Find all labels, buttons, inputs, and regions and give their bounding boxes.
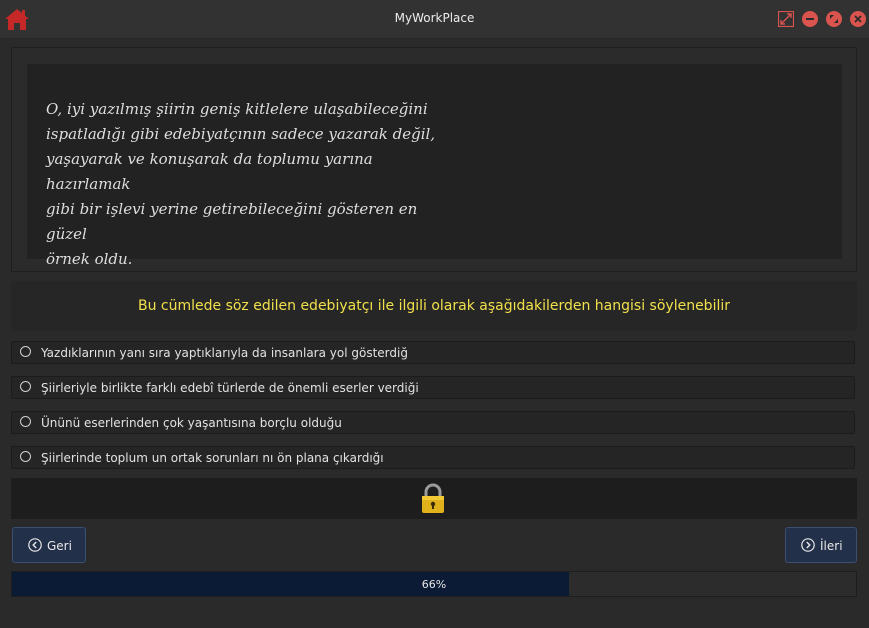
answer-option-c[interactable]: Ününü eserlerinden çok yaşantısına borçl…	[11, 411, 855, 434]
answer-label: Ününü eserlerinden çok yaşantısına borçl…	[41, 416, 342, 430]
maximize-button[interactable]	[826, 11, 842, 27]
next-button[interactable]: İleri	[785, 527, 857, 563]
passage-panel: O, iyi yazılmış şiirin geniş kitlelere u…	[11, 47, 857, 272]
radio-button[interactable]	[20, 416, 31, 427]
passage-line: yaşayarak ve konuşarak da toplumu yarına…	[46, 150, 373, 193]
passage-line: O, iyi yazılmış şiirin geniş kitlelere u…	[46, 100, 428, 118]
chevron-right-circle-icon	[801, 538, 815, 552]
fullscreen-icon[interactable]	[778, 11, 794, 27]
back-button[interactable]: Geri	[12, 527, 86, 563]
lock-icon[interactable]	[420, 483, 446, 514]
chevron-left-circle-icon	[28, 538, 42, 552]
radio-button[interactable]	[20, 381, 31, 392]
window-title: MyWorkPlace	[394, 11, 475, 25]
answer-label: Şiirlerinde toplum un ortak sorunları nı…	[41, 451, 384, 465]
radio-button[interactable]	[20, 346, 31, 357]
passage-line: ispatladığı gibi edebiyatçının sadece ya…	[46, 125, 436, 143]
lock-bar	[11, 478, 857, 519]
answer-option-d[interactable]: Şiirlerinde toplum un ortak sorunları nı…	[11, 446, 855, 469]
close-button[interactable]	[850, 11, 866, 27]
passage-text: O, iyi yazılmış şiirin geniş kitlelere u…	[46, 97, 456, 272]
title-bar: MyWorkPlace	[0, 0, 869, 39]
back-button-label: Geri	[47, 539, 72, 553]
next-button-label: İleri	[820, 539, 843, 553]
question-text: Bu cümlede söz edilen edebiyatçı ile ilg…	[137, 298, 730, 314]
close-icon	[850, 11, 866, 27]
passage-card: O, iyi yazılmış şiirin geniş kitlelere u…	[27, 64, 842, 268]
maximize-icon	[826, 11, 842, 27]
answer-label: Şiirleriyle birlikte farklı edebî türler…	[41, 381, 419, 395]
passage-line: gibi bir işlevi yerine getirebileceğini …	[46, 200, 418, 243]
progress-text: 66%	[421, 578, 447, 591]
progress-bar: 66%	[11, 571, 857, 597]
passage-line: örnek oldu.	[46, 250, 133, 268]
answer-option-b[interactable]: Şiirleriyle birlikte farklı edebî türler…	[11, 376, 855, 399]
minimize-button[interactable]	[802, 11, 818, 27]
minimize-icon	[802, 11, 818, 27]
answer-option-a[interactable]: Yazdıklarının yanı sıra yaptıklarıyla da…	[11, 341, 855, 364]
radio-button[interactable]	[20, 451, 31, 462]
question-bar: Bu cümlede söz edilen edebiyatçı ile ilg…	[11, 281, 857, 331]
answer-label: Yazdıklarının yanı sıra yaptıklarıyla da…	[41, 346, 408, 360]
